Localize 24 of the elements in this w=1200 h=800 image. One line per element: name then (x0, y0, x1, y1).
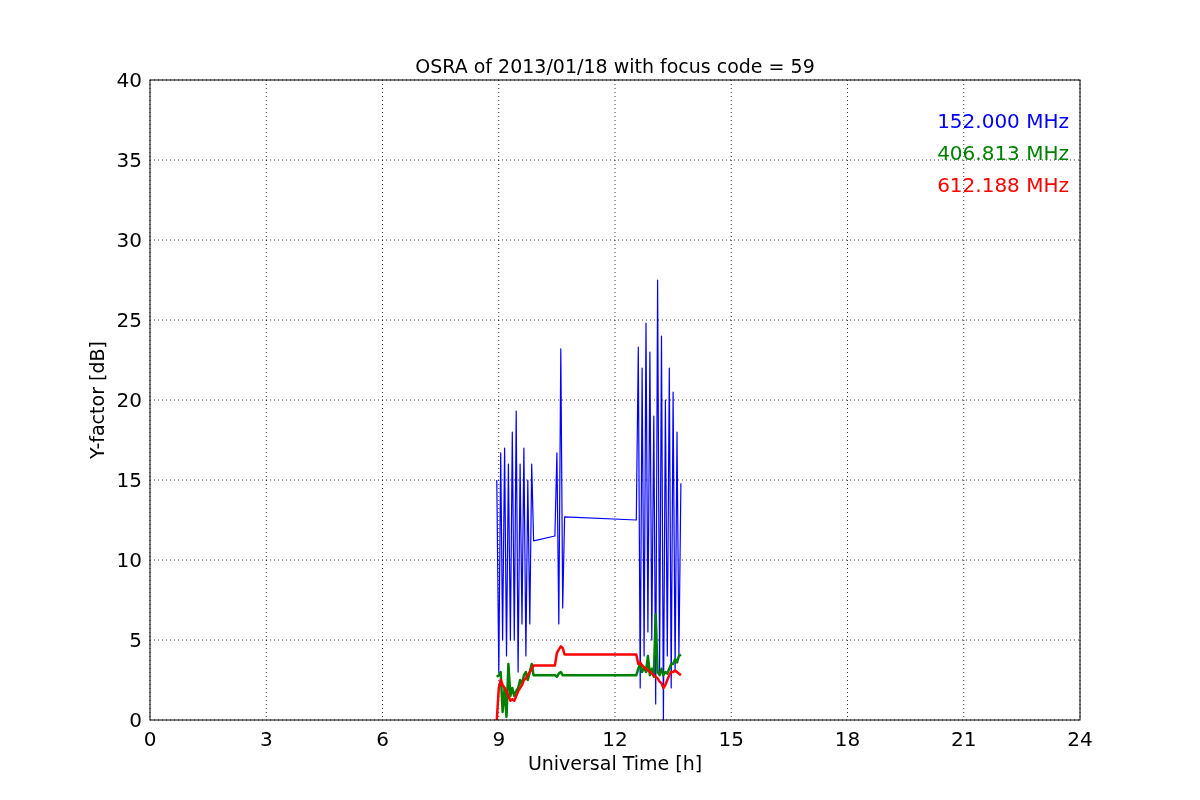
x-tick-label: 6 (376, 727, 389, 751)
y-axis-label: Y-factor [dB] (86, 341, 108, 459)
x-tick-label: 3 (259, 727, 273, 751)
x-tick-label: 24 (1067, 727, 1093, 751)
x-tick-label: 9 (492, 727, 506, 751)
legend-label: 612.188 MHz (937, 173, 1069, 197)
x-tick-label: 21 (951, 727, 977, 751)
y-tick-label: 40 (116, 68, 142, 92)
x-tick-label: 0 (143, 727, 157, 751)
legend-label: 406.813 MHz (937, 141, 1069, 165)
legend-label: 152.000 MHz (937, 109, 1069, 133)
y-tick-label: 15 (116, 468, 142, 492)
x-axis-label: Universal Time [h] (527, 752, 703, 774)
y-tick-label: 35 (116, 148, 142, 172)
y-tick-label: 20 (116, 388, 142, 412)
chart-title: OSRA of 2013/01/18 with focus code = 59 (415, 55, 815, 77)
x-tick-label: 12 (602, 727, 628, 751)
y-tick-label: 30 (116, 228, 142, 252)
y-tick-label: 5 (129, 628, 142, 652)
y-tick-label: 0 (129, 708, 142, 732)
x-tick-label: 18 (834, 727, 861, 751)
x-tick-label: 15 (718, 727, 744, 751)
y-tick-label: 10 (116, 548, 142, 572)
y-tick-label: 25 (116, 308, 142, 332)
